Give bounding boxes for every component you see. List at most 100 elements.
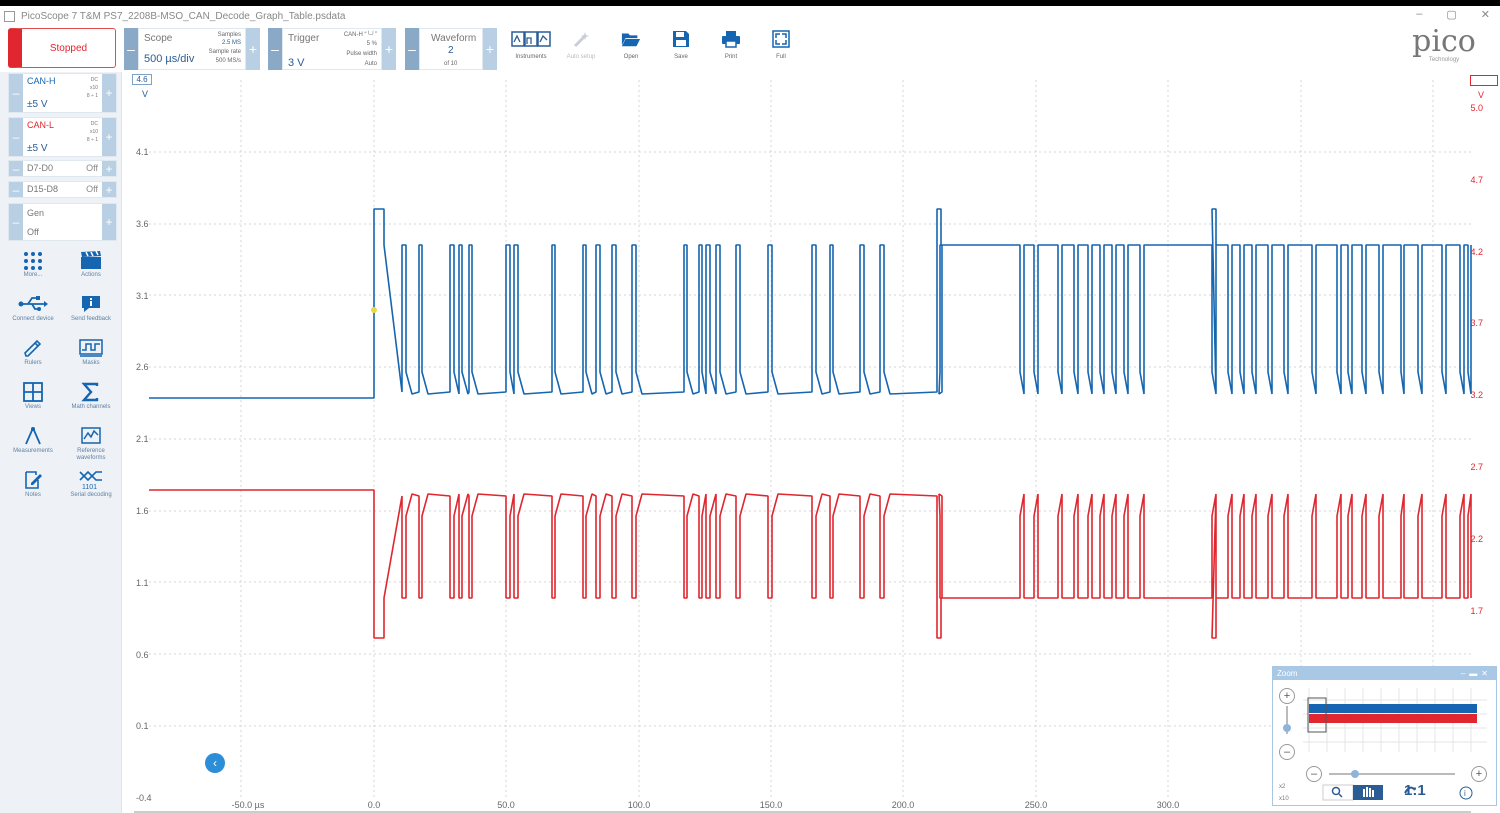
waveform-group[interactable]: Waveform 2 of 10 — [419, 28, 483, 70]
zoom-scale-bottom: x10 — [1279, 796, 1289, 802]
digital-d15-d8-decrease[interactable]: – — [9, 182, 23, 197]
timebase-decrease-button[interactable]: – — [124, 28, 138, 70]
zoom-panel-window-controls[interactable]: –▬✕ — [1461, 667, 1496, 680]
generator-increase[interactable]: + — [102, 204, 116, 240]
generator-control[interactable]: – Gen Off + — [8, 203, 117, 241]
minimize-button[interactable]: – — [1416, 8, 1422, 21]
zoom-in-vertical-button[interactable]: + — [1279, 688, 1295, 704]
trigger-marker — [371, 307, 377, 313]
trigger-decrease-button[interactable]: – — [268, 28, 282, 70]
maximize-button[interactable]: ▢ — [1446, 8, 1456, 21]
instruments-icon — [511, 31, 551, 47]
trigger-increase-button[interactable]: + — [382, 28, 396, 70]
tool-math-channels[interactable]: Math channels — [63, 382, 119, 424]
sigma-icon — [81, 382, 99, 402]
tool-reference-waveforms[interactable]: Reference waveforms — [63, 426, 119, 468]
zoom-out-vertical-button[interactable]: – — [1279, 744, 1295, 760]
tool-connect-device[interactable]: Connect device — [5, 294, 61, 336]
left-axis-tick: 0.6 — [136, 649, 149, 660]
app-icon — [4, 10, 15, 22]
time-axis-tick: 100.0 — [627, 800, 651, 810]
tool-rulers[interactable]: Rulers — [5, 338, 61, 380]
channel-b-axis-marker[interactable] — [1470, 75, 1498, 86]
waveform-total: of 10 — [444, 61, 458, 67]
digital-d7-d0-name: D7-D0 — [27, 163, 54, 173]
left-axis-unit: V — [142, 89, 149, 99]
close-button[interactable]: ✕ — [1481, 8, 1490, 21]
trigger-type: Pulse width — [346, 51, 377, 57]
print-label: Print — [724, 54, 738, 60]
auto-setup-button[interactable]: Auto setup — [558, 28, 604, 68]
generator-decrease[interactable]: – — [9, 204, 23, 240]
right-axis-tick: 4.7 — [1470, 174, 1483, 185]
sample-rate-value: 500 MS/s — [215, 58, 241, 64]
tool-reference-waveforms-label: Reference waveforms — [76, 448, 106, 461]
tool-measurements[interactable]: Measurements — [5, 426, 61, 468]
channel-b-range-increase[interactable]: + — [102, 118, 116, 156]
print-button[interactable]: Print — [708, 28, 754, 68]
channel-a-settings: DC x10 8 ÷ 1 — [87, 76, 98, 100]
trigger-label: Trigger — [288, 33, 320, 44]
channel-b-settings: DC x10 8 ÷ 1 — [87, 120, 98, 144]
tool-more[interactable]: More... — [5, 250, 61, 292]
full-screen-button[interactable]: Full — [758, 28, 804, 68]
waveform-previous-button[interactable]: – — [405, 28, 419, 70]
tool-views[interactable]: Views — [5, 382, 61, 424]
channel-a-axis-marker[interactable]: 4.6 — [132, 74, 152, 85]
left-axis-tick: 3.6 — [136, 218, 149, 229]
zoom-out-horizontal-button[interactable]: – — [1306, 766, 1322, 782]
digital-d7-d0-increase[interactable]: + — [102, 161, 116, 176]
reference-waveform-icon — [81, 427, 101, 444]
zoom-panel-title: Zoom — [1277, 669, 1298, 678]
right-axis-tick: 5.0 — [1470, 103, 1483, 113]
save-button[interactable]: Save — [658, 28, 704, 68]
digital-d15-d8-increase[interactable]: + — [102, 182, 116, 197]
run-stop-button[interactable]: Stopped — [8, 28, 116, 68]
zoom-ratio-label[interactable]: 1:1 — [1404, 782, 1426, 799]
zoom-in-horizontal-button[interactable]: + — [1471, 766, 1487, 782]
trigger-group[interactable]: Trigger 3 V CAN-H “└┘” 5 % Pulse width A… — [282, 28, 382, 70]
tool-send-feedback[interactable]: Send feedback — [63, 294, 119, 336]
tool-actions[interactable]: Actions — [63, 250, 119, 292]
tool-notes[interactable]: Notes — [5, 470, 61, 512]
channel-b-control[interactable]: – CAN-L DC x10 8 ÷ 1 ±5 V + — [8, 117, 117, 157]
digital-d15-d8-control[interactable]: – D15-D8 Off + — [8, 181, 117, 198]
scope-group[interactable]: Scope 500 µs/div Samples 2.5 MS Sample r… — [138, 28, 246, 70]
channel-a-range-increase[interactable]: + — [102, 74, 116, 112]
open-button[interactable]: Open — [608, 28, 654, 68]
channel-a-control[interactable]: – CAN-H DC x10 8 ÷ 1 ±5 V + — [8, 73, 117, 113]
instruments-button[interactable]: Instruments — [508, 28, 554, 68]
scroll-left-button[interactable]: ‹ — [205, 753, 225, 773]
right-axis-unit: V — [1477, 90, 1484, 100]
time-axis-tick: 200.0 — [891, 800, 915, 810]
svg-text:i: i — [1464, 789, 1466, 798]
save-label: Save — [674, 54, 688, 60]
info-icon[interactable] — [1459, 786, 1473, 800]
right-axis-tick: 3.7 — [1470, 318, 1483, 329]
timebase-increase-button[interactable]: + — [246, 28, 260, 70]
vertical-zoom-slider[interactable] — [1283, 724, 1291, 732]
zoom-scale-top: x2 — [1279, 784, 1286, 790]
tool-masks[interactable]: Masks — [63, 338, 119, 380]
samples-value: 2.5 MS — [221, 40, 241, 46]
channel-b-filter: 8 ÷ 1 — [86, 137, 98, 143]
wand-icon — [573, 32, 589, 48]
digital-d7-d0-control[interactable]: – D7-D0 Off + — [8, 160, 117, 177]
channel-a-filter: 8 ÷ 1 — [86, 93, 98, 99]
zoom-overview-panel[interactable]: Zoom –▬✕ x2 x10 i + – – + — [1272, 666, 1497, 806]
waveform-next-button[interactable]: + — [483, 28, 497, 70]
waveform-index: 2 — [448, 45, 454, 56]
usb-icon — [18, 296, 48, 311]
digital-d7-d0-state: Off — [86, 163, 98, 173]
zoom-overview-graph[interactable]: x2 x10 i — [1273, 680, 1498, 807]
channel-a-name: CAN-H — [27, 76, 56, 86]
horizontal-zoom-slider[interactable] — [1351, 770, 1359, 778]
tool-serial-decoding[interactable]: 1101 Serial decoding — [63, 470, 119, 512]
digital-d7-d0-decrease[interactable]: – — [9, 161, 23, 176]
tool-views-label: Views — [25, 404, 41, 410]
run-status-label: Stopped — [49, 42, 88, 54]
channel-b-range-decrease[interactable]: – — [9, 118, 23, 156]
tool-masks-label: Masks — [82, 360, 100, 366]
channel-a-range-decrease[interactable]: – — [9, 74, 23, 112]
left-axis-tick: 2.6 — [136, 362, 149, 373]
